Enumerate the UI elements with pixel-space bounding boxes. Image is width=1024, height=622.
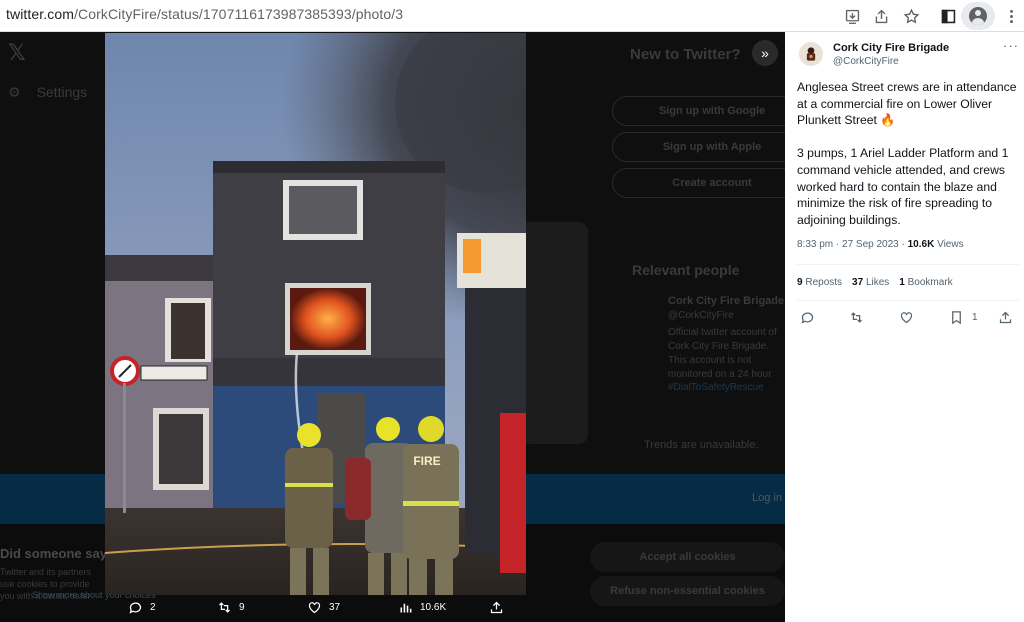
bg-settings-label: Settings xyxy=(36,84,88,100)
repost-icon xyxy=(219,602,230,613)
views-chart-icon xyxy=(400,603,412,613)
reply-icon xyxy=(801,312,814,324)
like-button[interactable] xyxy=(899,310,914,325)
fire-brigade-badge-icon xyxy=(806,47,816,61)
collapse-sidebar-button[interactable]: » xyxy=(752,40,778,66)
likes-stat[interactable]: 37 Likes xyxy=(852,277,889,288)
fire-scene-image: FIRE xyxy=(105,33,526,595)
browser-toolbar: twitter.com/CorkCityFire/status/17071161… xyxy=(0,0,1024,32)
bookmarks-stat[interactable]: 1 Bookmark xyxy=(899,277,952,288)
x-logo-icon: 𝕏 xyxy=(8,40,26,65)
repost-button[interactable] xyxy=(849,310,864,325)
divider xyxy=(797,264,1019,265)
bg-login: Log in xyxy=(752,492,782,504)
tweet-timestamp-views: 8:33 pm · 27 Sep 2023 · 10.6K Views xyxy=(797,239,964,250)
url-path: /CorkCityFire/status/1707116173987385393… xyxy=(74,6,404,22)
share-button[interactable] xyxy=(998,310,1013,325)
photo-views-button[interactable]: 10.6K xyxy=(398,600,446,615)
photo-reply-count: 2 xyxy=(150,602,156,613)
profile-avatar-icon xyxy=(969,7,987,25)
bg-signup-apple: Sign up with Apple xyxy=(612,132,785,162)
repost-icon xyxy=(851,312,862,323)
tweet-timestamp[interactable]: 8:33 pm · 27 Sep 2023 · xyxy=(797,239,908,250)
tweet-paragraph-2: 3 pumps, 1 Ariel Ladder Platform and 1 c… xyxy=(797,146,1009,227)
reposts-stat[interactable]: 9 Reposts xyxy=(797,277,842,288)
share-upload-icon xyxy=(490,601,503,614)
photo-action-bar: 2 9 37 10.6K xyxy=(0,598,785,622)
photo-like-count: 37 xyxy=(329,602,341,613)
tweet-sidebar: Cork City Fire Brigade @CorkCityFire ···… xyxy=(785,32,1024,622)
share-icon[interactable] xyxy=(870,5,892,27)
bg-rp-handle: @CorkCityFire xyxy=(668,310,734,321)
profile-button[interactable] xyxy=(961,2,995,30)
photo-viewer: 𝕏 ⚙ Settings New to Twitter? Sign up wit… xyxy=(0,32,785,622)
bg-settings-item: ⚙ Settings xyxy=(8,84,87,101)
bg-rp-name: Cork City Fire Brigade xyxy=(668,295,785,307)
browser-menu-icon[interactable] xyxy=(1000,5,1022,27)
bg-card xyxy=(520,222,588,444)
bookmark-count: 1 xyxy=(972,312,978,323)
bg-trends: Trends are unavailable. xyxy=(644,439,759,451)
bg-relevant-people: Relevant people xyxy=(632,262,740,278)
tweet-paragraph-1: Anglesea Street crews are in attendance … xyxy=(797,80,1017,128)
photo-views-count: 10.6K xyxy=(420,602,447,613)
likes-stat-count: 37 xyxy=(852,277,864,288)
tweet-photo[interactable]: FIRE xyxy=(105,33,526,595)
heart-icon xyxy=(308,602,321,614)
bg-signup-google: Sign up with Google xyxy=(612,96,785,126)
tweet-views-count: 10.6K xyxy=(907,239,935,250)
svg-text:FIRE: FIRE xyxy=(413,454,440,468)
bg-accept-cookies: Accept all cookies xyxy=(590,542,785,572)
more-options-icon[interactable]: ··· xyxy=(1003,38,1019,53)
tweet-action-bar: 1 xyxy=(797,308,1019,328)
bookmarks-stat-count: 1 xyxy=(899,277,905,288)
author-handle[interactable]: @CorkCityFire xyxy=(833,56,899,67)
photo-repost-count: 9 xyxy=(239,602,245,613)
tweet-text: Anglesea Street crews are in attendance … xyxy=(797,79,1019,245)
url-host: twitter.com xyxy=(6,6,75,22)
bg-create-account: Create account xyxy=(612,168,785,198)
heart-icon xyxy=(900,312,913,324)
photo-reply-button[interactable]: 2 xyxy=(128,600,156,615)
reply-icon xyxy=(129,602,142,614)
likes-stat-label: Likes xyxy=(865,277,890,288)
tweet-stats: 9 Reposts 37 Likes 1 Bookmark xyxy=(797,277,953,288)
tweet-views-label: Views xyxy=(934,239,964,250)
share-upload-icon xyxy=(999,311,1012,324)
reply-button[interactable] xyxy=(800,310,815,325)
photo-share-button[interactable] xyxy=(489,600,504,615)
reposts-stat-count: 9 xyxy=(797,277,803,288)
author-name[interactable]: Cork City Fire Brigade xyxy=(833,42,949,54)
double-chevron-right-icon: » xyxy=(761,45,769,61)
bookmarks-stat-label: Bookmark xyxy=(907,277,953,288)
address-bar[interactable]: twitter.com/CorkCityFire/status/17071161… xyxy=(6,6,403,22)
install-app-icon[interactable] xyxy=(841,5,863,27)
side-panel-icon[interactable] xyxy=(937,5,959,27)
bg-rp-hashtag: #DialToSafetyRescue xyxy=(668,382,764,393)
bookmark-star-icon[interactable] xyxy=(900,5,922,27)
divider xyxy=(797,300,1019,301)
settings-gear-icon: ⚙ xyxy=(8,84,21,100)
photo-repost-button[interactable]: 9 xyxy=(217,600,245,615)
bg-rp-bio: Official twitter account of Cork City Fi… xyxy=(668,327,777,380)
reposts-stat-label: Reposts xyxy=(805,277,843,288)
photo-like-button[interactable]: 37 xyxy=(307,600,340,615)
bookmark-button[interactable]: 1 xyxy=(949,310,978,325)
author-avatar[interactable] xyxy=(799,42,823,66)
bookmark-icon xyxy=(952,311,961,325)
